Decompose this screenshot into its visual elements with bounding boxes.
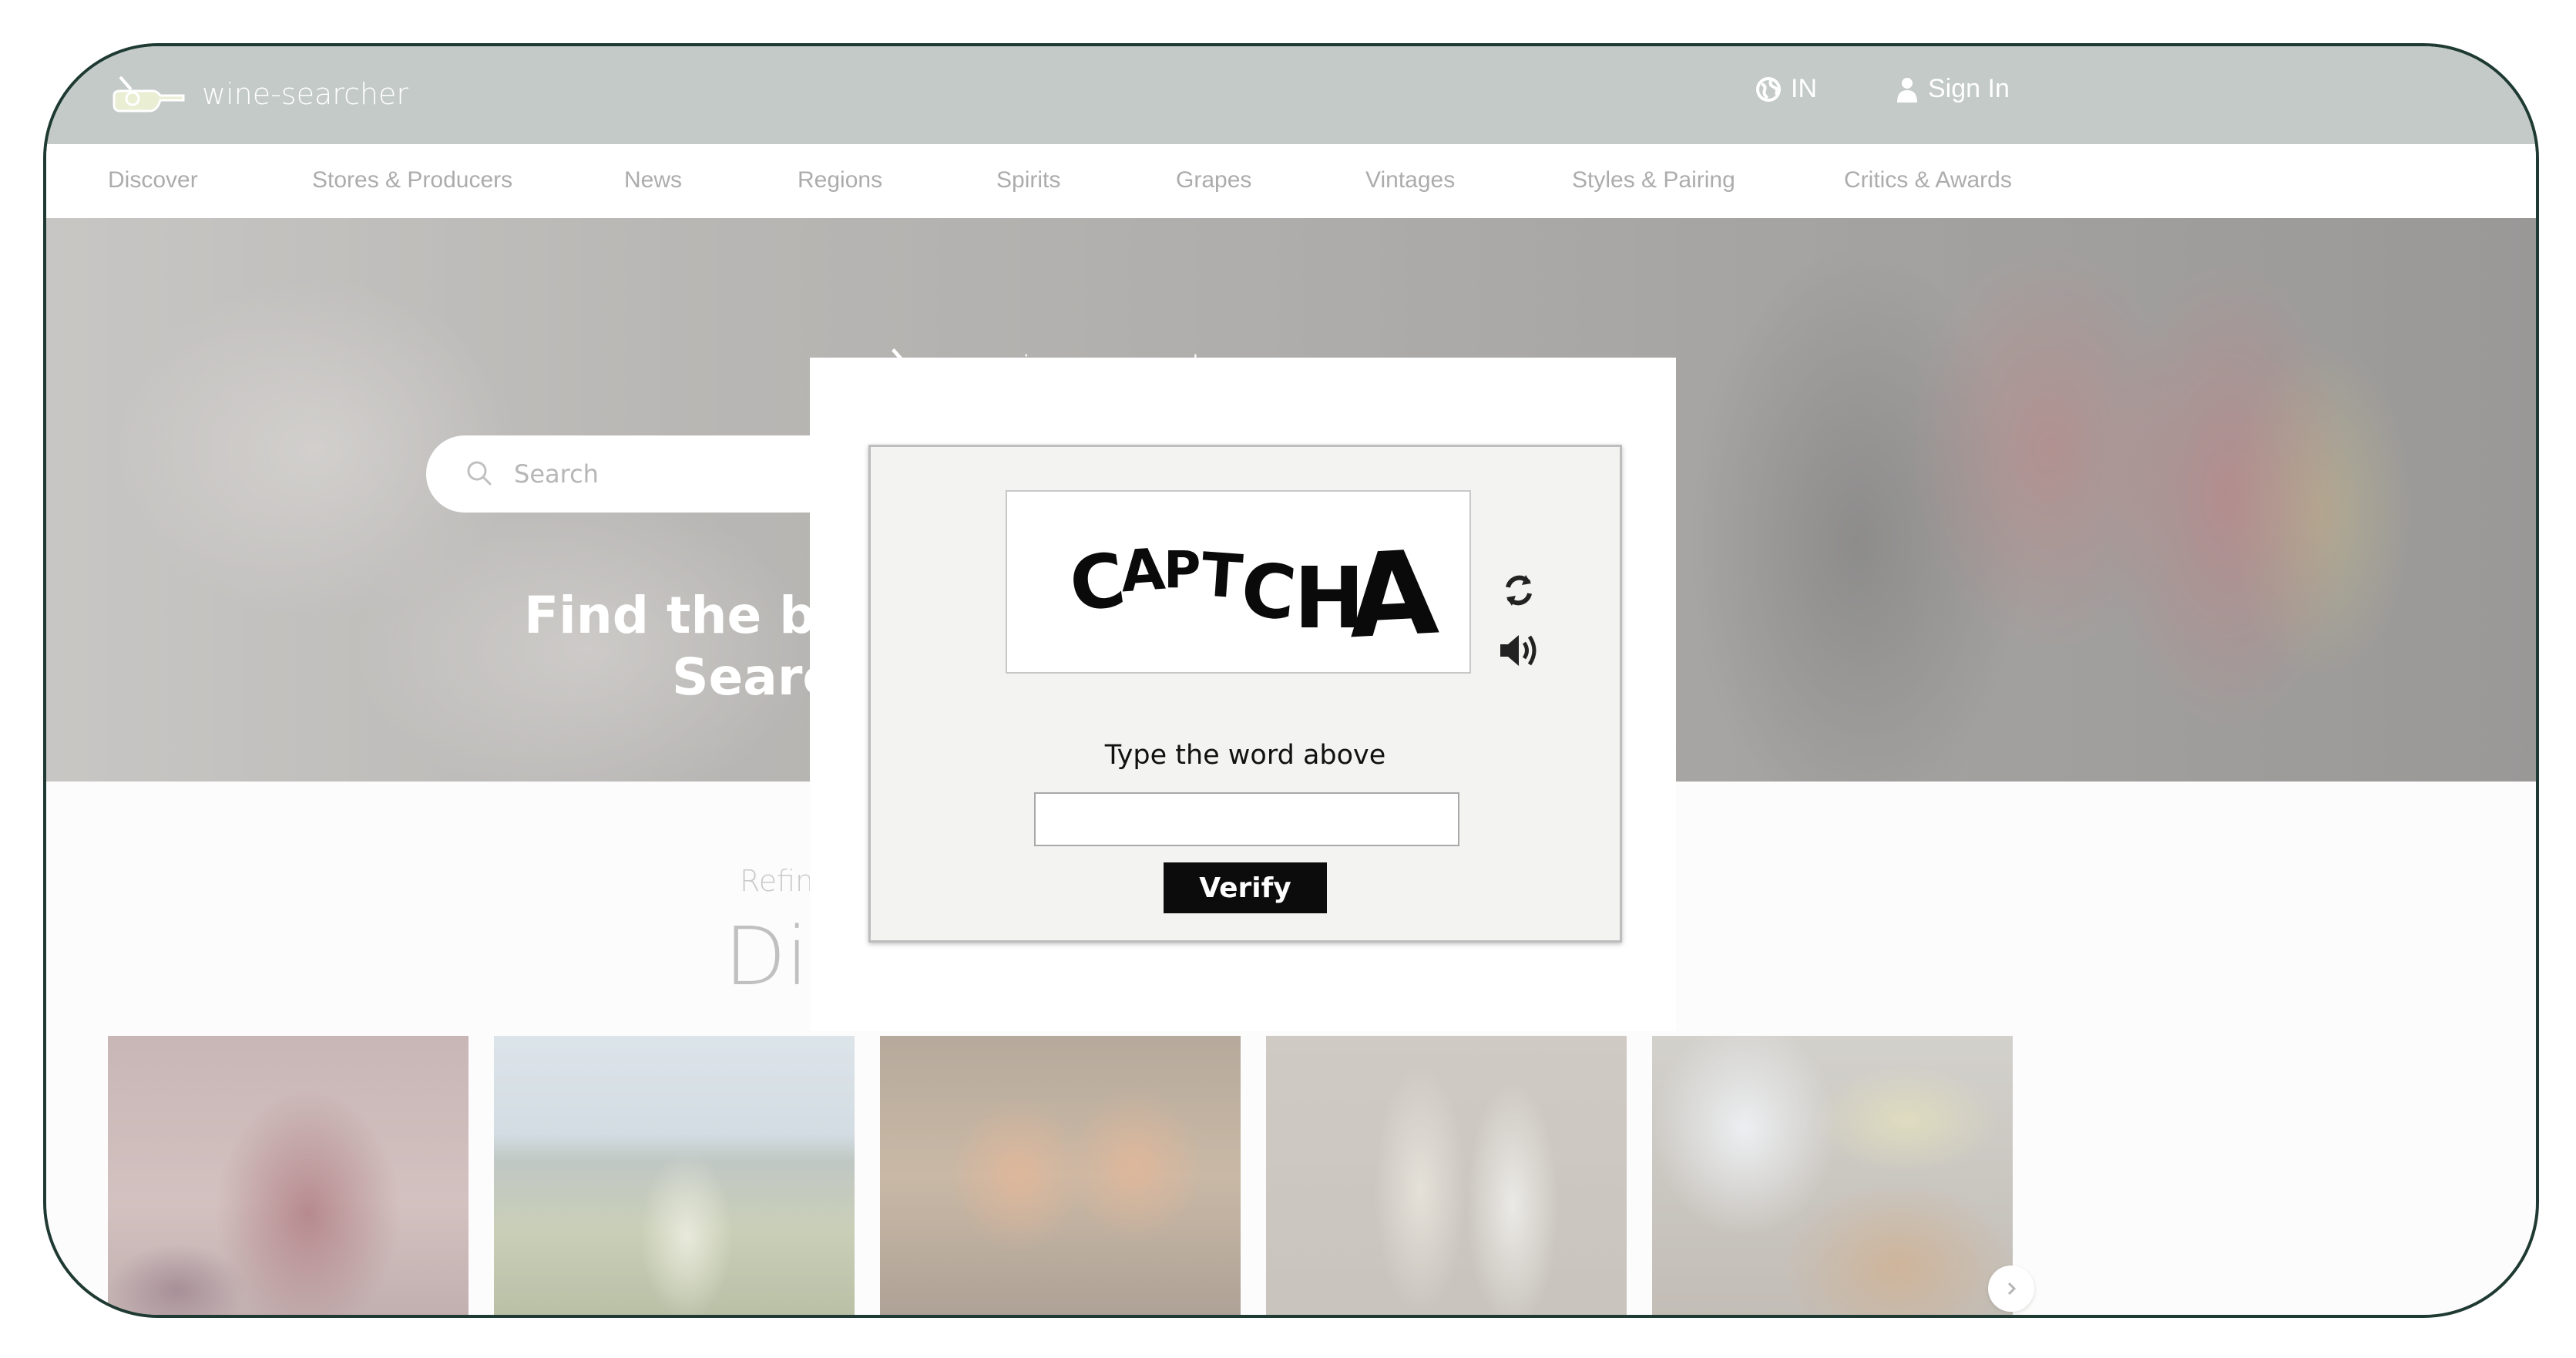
- captcha-modal: C A P T C H A Type the word above Verify: [810, 358, 1676, 1031]
- refresh-icon[interactable]: [1497, 569, 1540, 612]
- svg-text:A: A: [1345, 526, 1441, 665]
- svg-text:C: C: [1237, 546, 1300, 637]
- svg-text:T: T: [1199, 540, 1244, 612]
- svg-text:P: P: [1164, 540, 1201, 600]
- captcha-word: C A P T C H A: [1064, 526, 1441, 665]
- audio-icon[interactable]: [1497, 629, 1542, 672]
- captcha-answer-input[interactable]: [1034, 792, 1459, 846]
- verify-button[interactable]: Verify: [1164, 862, 1327, 913]
- captcha-image: C A P T C H A: [1006, 490, 1471, 674]
- captcha-panel: C A P T C H A Type the word above Verify: [868, 445, 1622, 943]
- svg-text:A: A: [1119, 536, 1167, 606]
- captcha-instruction: Type the word above: [1104, 740, 1386, 771]
